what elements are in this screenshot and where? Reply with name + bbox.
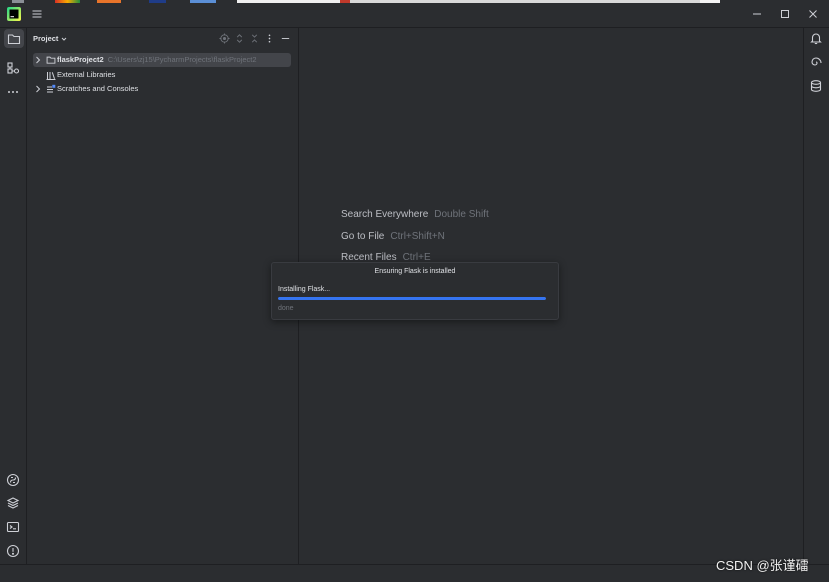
scratches-icon bbox=[46, 84, 56, 94]
ide-window: Project flaskProject2 C:\Users\zj15\Pych… bbox=[0, 0, 829, 582]
tree-item-scratches-and-consoles[interactable]: Scratches and Consoles bbox=[33, 82, 291, 96]
structure-icon bbox=[6, 61, 20, 75]
project-panel-title[interactable]: Project bbox=[33, 32, 67, 45]
watermark: CSDN @张谨礌 bbox=[716, 558, 809, 573]
folder-icon bbox=[46, 55, 56, 65]
python-packages-icon bbox=[6, 496, 20, 510]
tree-item-name: flaskProject2 bbox=[57, 55, 104, 64]
empty-editor-hint: Search Everywhere Double Shift bbox=[341, 208, 489, 222]
tree-item-label: External Libraries bbox=[57, 70, 116, 79]
tool-project-button[interactable] bbox=[4, 29, 24, 48]
tree-item-flaskproject2[interactable]: flaskProject2 C:\Users\zj15\PycharmProjec… bbox=[33, 53, 291, 67]
tree-item-external-libraries[interactable]: External Libraries bbox=[33, 68, 291, 82]
progress-detail-text: done bbox=[278, 305, 294, 312]
progress-status-text: Installing Flask... bbox=[278, 286, 331, 293]
progress-dialog: Ensuring Flask is installed Installing F… bbox=[271, 262, 559, 320]
tool-python-console-button[interactable] bbox=[3, 470, 23, 490]
options-button[interactable] bbox=[263, 32, 276, 45]
hint-shortcut: Double Shift bbox=[434, 209, 489, 220]
minimize-panel-icon bbox=[280, 33, 291, 44]
tool-problems-button[interactable] bbox=[3, 541, 23, 561]
right-tool-strip bbox=[803, 28, 829, 564]
more-vertical-icon bbox=[264, 33, 275, 44]
collapse-all-icon bbox=[249, 33, 260, 44]
chevron-right-icon[interactable] bbox=[35, 56, 41, 64]
title-bar bbox=[0, 0, 829, 28]
more-horizontal-icon bbox=[6, 85, 20, 99]
terminal-icon bbox=[6, 520, 20, 534]
tree-item-label: flaskProject2 C:\Users\zj15\PycharmProjec… bbox=[57, 53, 257, 67]
locate-icon bbox=[219, 33, 230, 44]
notifications-button[interactable] bbox=[806, 28, 826, 48]
minimize-button[interactable] bbox=[747, 4, 767, 24]
problems-icon bbox=[6, 544, 20, 558]
hamburger-menu-icon bbox=[31, 8, 43, 20]
tool-structure-button[interactable] bbox=[3, 58, 23, 78]
chevron-right-icon[interactable] bbox=[35, 85, 41, 93]
minimize-icon bbox=[752, 9, 762, 19]
hint-action: Search Everywhere bbox=[341, 209, 429, 220]
close-button[interactable] bbox=[803, 4, 823, 24]
left-tool-strip bbox=[0, 28, 27, 564]
progress-dialog-title: Ensuring Flask is installed bbox=[374, 268, 456, 275]
pycharm-logo-icon bbox=[7, 7, 21, 21]
collapse-all-button[interactable] bbox=[248, 32, 261, 45]
main-menu-button[interactable] bbox=[30, 7, 44, 21]
tool-terminal-button[interactable] bbox=[3, 517, 23, 537]
progress-bar bbox=[278, 297, 546, 300]
expand-all-button[interactable] bbox=[233, 32, 246, 45]
status-bar bbox=[0, 564, 829, 582]
database-icon bbox=[809, 79, 823, 93]
tree-item-label: Scratches and Consoles bbox=[57, 84, 139, 93]
project-panel-title-label: Project bbox=[33, 34, 59, 43]
ai-assistant-button[interactable] bbox=[806, 52, 826, 72]
project-panel: Project flaskProject2 C:\Users\zj15\Pych… bbox=[27, 28, 299, 564]
close-icon bbox=[808, 9, 818, 19]
maximize-icon bbox=[780, 9, 790, 19]
select-opened-file-button[interactable] bbox=[218, 32, 231, 45]
hint-action: Go to File bbox=[341, 231, 385, 242]
tool-python-packages-button[interactable] bbox=[3, 493, 23, 513]
folder-icon bbox=[7, 32, 21, 46]
empty-editor-hint: Go to File Ctrl+Shift+N bbox=[341, 230, 445, 244]
ai-assistant-icon bbox=[809, 55, 823, 69]
hint-shortcut: Ctrl+Shift+N bbox=[390, 231, 445, 242]
expand-all-icon bbox=[234, 33, 245, 44]
hide-panel-button[interactable] bbox=[279, 32, 292, 45]
python-console-icon bbox=[6, 473, 20, 487]
database-button[interactable] bbox=[806, 76, 826, 96]
bell-icon bbox=[809, 31, 823, 45]
chevron-down-icon bbox=[61, 36, 67, 42]
tool-more-button[interactable] bbox=[3, 82, 23, 102]
tree-item-path: C:\Users\zj15\PycharmProjects\flaskProje… bbox=[107, 55, 257, 64]
maximize-button[interactable] bbox=[775, 4, 795, 24]
library-icon bbox=[46, 70, 56, 80]
progress-fill bbox=[278, 297, 546, 300]
